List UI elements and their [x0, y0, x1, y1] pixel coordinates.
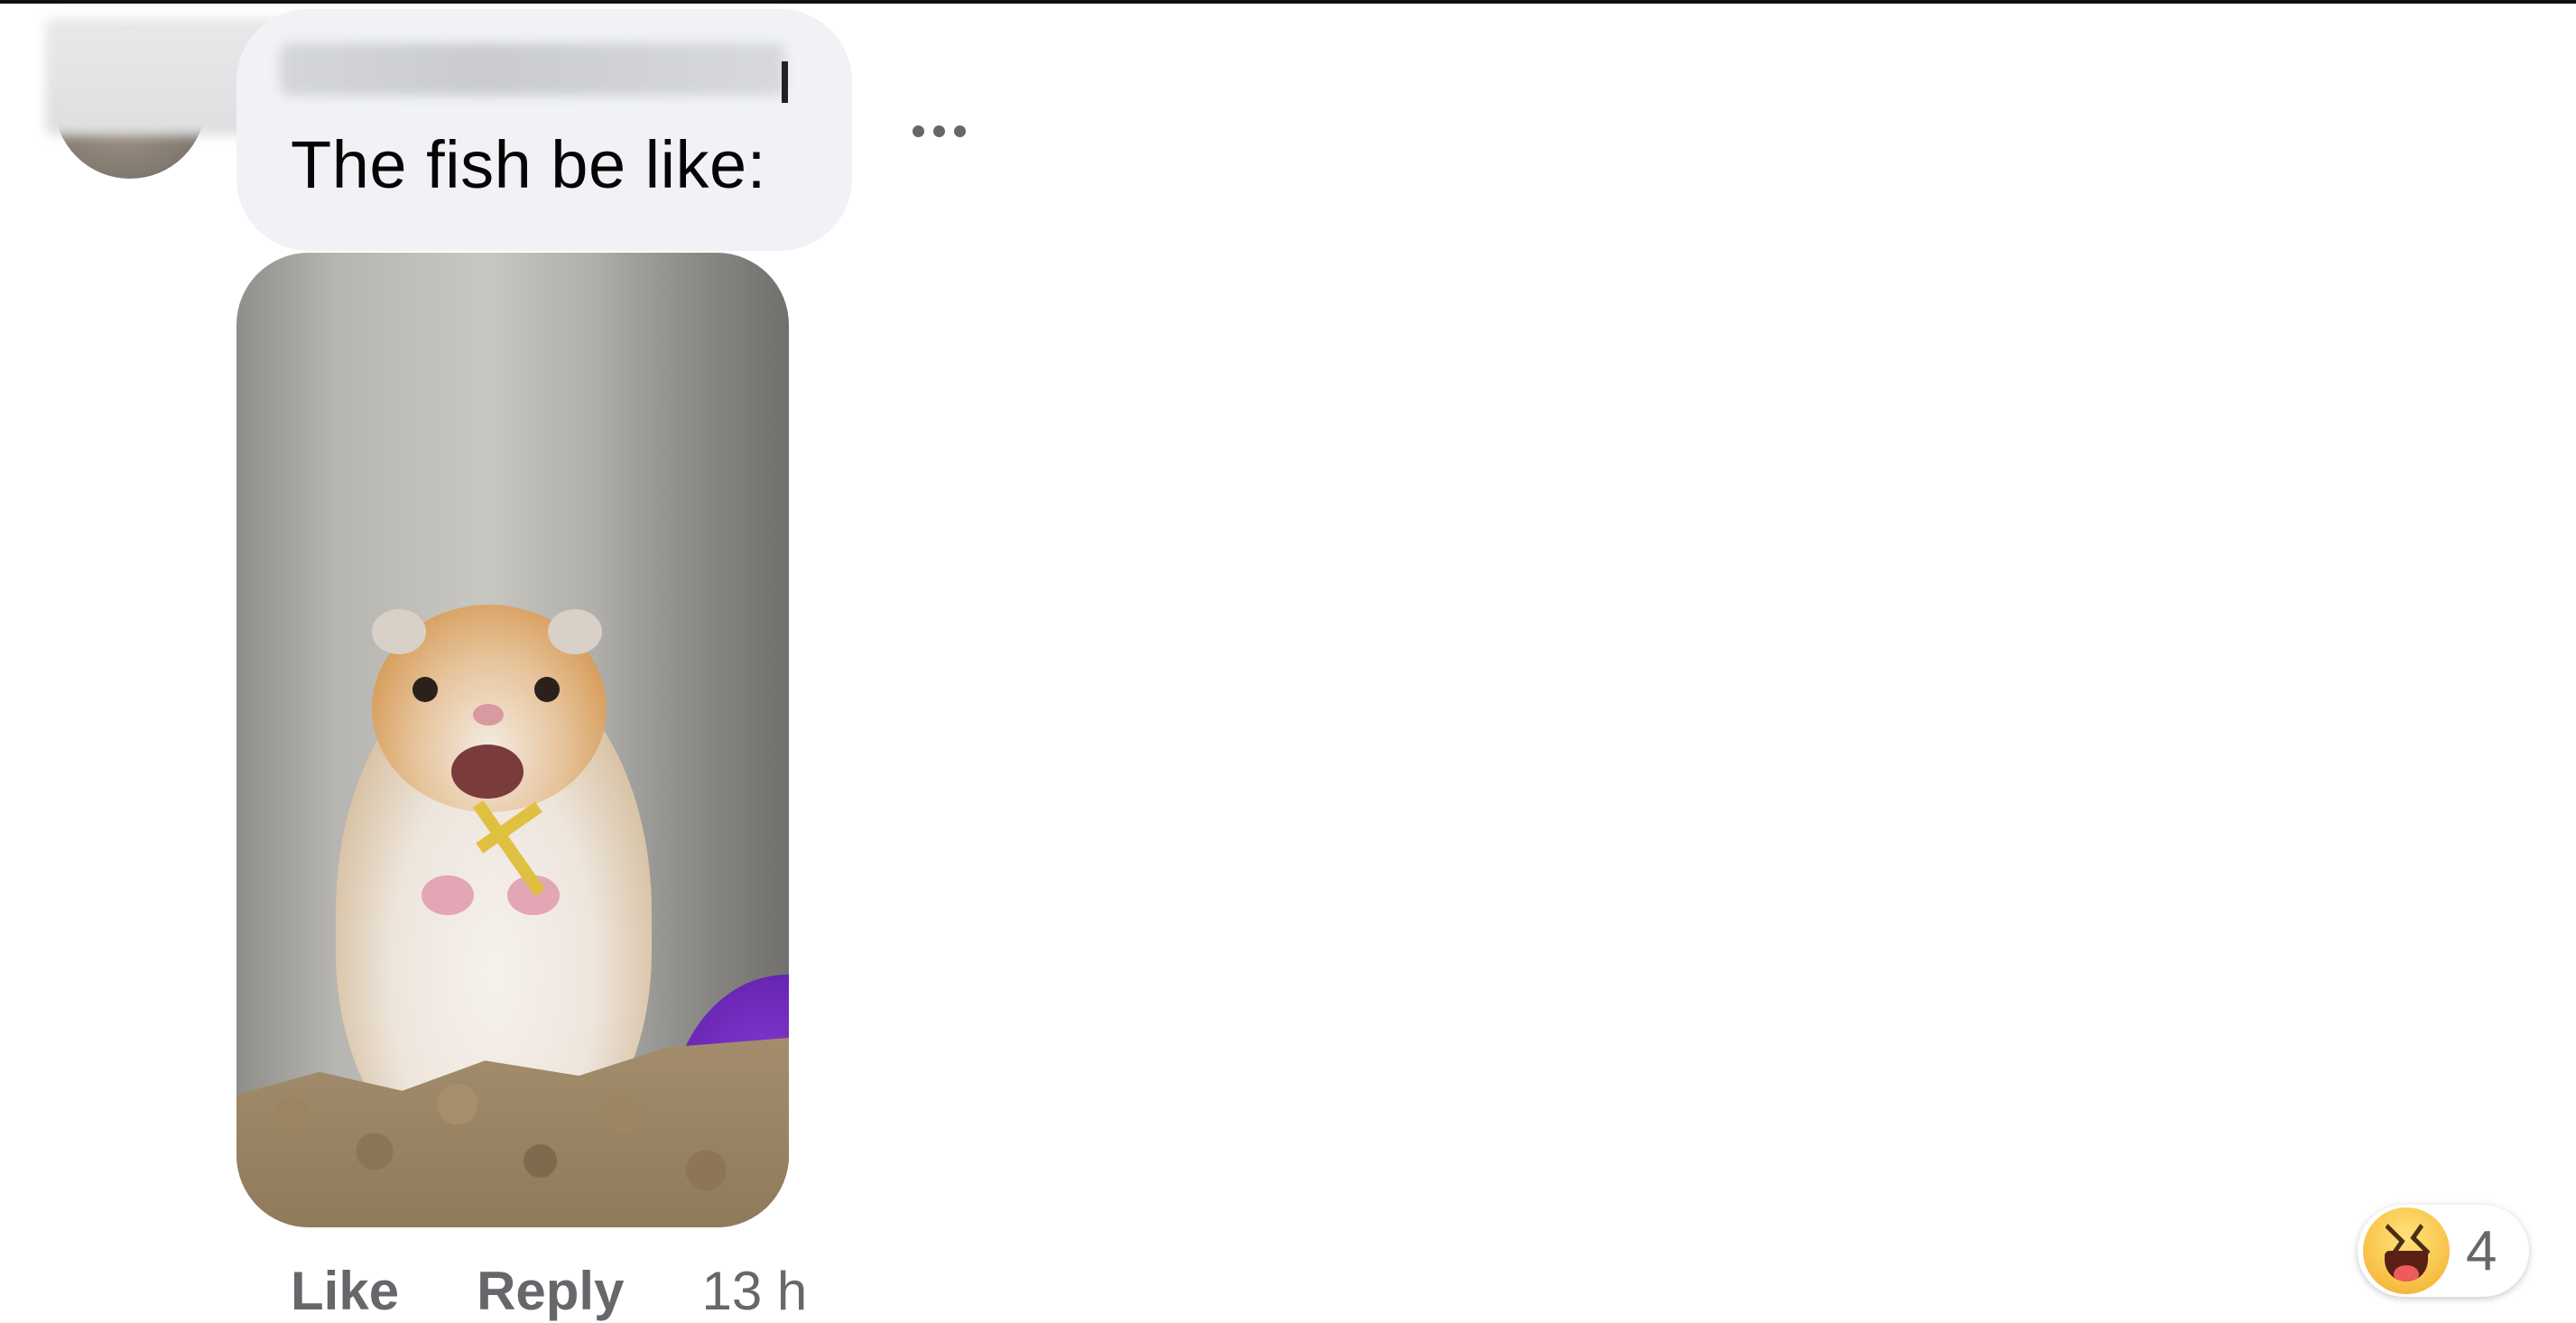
hamster-mouth: [451, 745, 524, 799]
hamster-eye: [412, 677, 438, 702]
hamster-paw: [422, 875, 474, 915]
more-horizontal-icon: [912, 125, 924, 137]
comment-timestamp[interactable]: 13 h: [701, 1260, 807, 1322]
author-name-redacted[interactable]: [280, 43, 785, 96]
hamster-ear: [372, 609, 426, 654]
more-horizontal-icon: [953, 125, 966, 137]
reply-button[interactable]: Reply: [477, 1260, 624, 1322]
more-horizontal-icon: [932, 125, 945, 137]
reaction-summary[interactable]: 4: [2358, 1205, 2529, 1297]
comment-text: The fish be like:: [291, 127, 766, 202]
reaction-count: 4: [2466, 1219, 2497, 1282]
hamster-eye: [534, 677, 560, 702]
author-name-fragment: [782, 61, 788, 103]
top-divider: [0, 0, 2576, 4]
comment-screen: The fish be like: Like Reply 13 h 4: [0, 0, 2576, 1323]
comment-photo[interactable]: [236, 253, 789, 1227]
hamster-ear: [548, 609, 602, 654]
hamster-nose: [473, 704, 504, 726]
laugh-emoji-icon: [2363, 1207, 2450, 1294]
comment-actions: Like Reply 13 h: [291, 1254, 807, 1323]
like-button[interactable]: Like: [291, 1260, 399, 1322]
photo-bedding: [236, 1038, 789, 1227]
more-options-button[interactable]: [903, 108, 975, 153]
